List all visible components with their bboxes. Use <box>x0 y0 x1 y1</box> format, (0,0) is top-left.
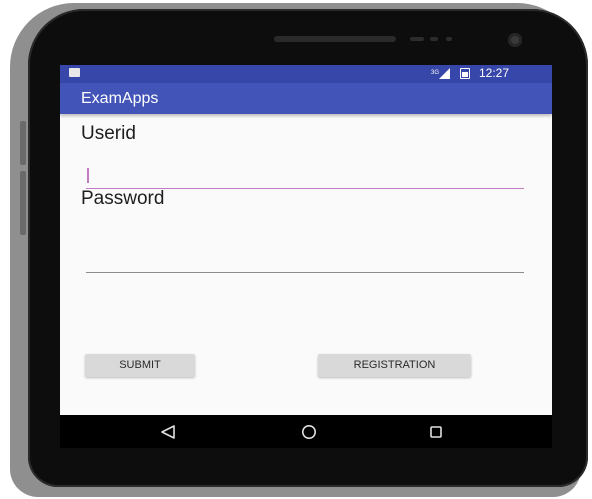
password-input[interactable] <box>86 250 524 273</box>
sd-card-icon <box>69 68 80 77</box>
indicator-light <box>446 37 452 41</box>
proximity-sensor <box>410 37 424 41</box>
status-time: 12:27 <box>479 66 510 80</box>
status-bar: 3G 12:27 <box>60 65 552 83</box>
nav-recents-button[interactable] <box>406 415 466 448</box>
back-icon <box>161 424 175 439</box>
light-sensor <box>430 37 438 41</box>
text-cursor <box>87 168 89 183</box>
earpiece-speaker <box>274 36 396 42</box>
recents-icon <box>430 425 442 438</box>
nav-back-button[interactable] <box>138 415 198 448</box>
battery-icon <box>460 68 470 79</box>
signal-icon: 3G <box>431 68 450 79</box>
svg-text:3G: 3G <box>431 70 439 76</box>
home-icon <box>302 424 316 439</box>
userid-input[interactable] <box>86 166 524 189</box>
navigation-bar <box>60 415 552 448</box>
app-title: ExamApps <box>81 90 159 107</box>
volume-button <box>20 171 26 235</box>
nav-home-button[interactable] <box>279 415 339 448</box>
app-bar: ExamApps <box>60 83 552 114</box>
device-screen: 3G 12:27 ExamApps Userid Password SUBMIT… <box>60 65 552 415</box>
power-button <box>20 121 26 165</box>
password-label: Password <box>81 188 165 209</box>
front-camera <box>508 33 522 47</box>
submit-button[interactable]: SUBMIT <box>85 354 195 377</box>
userid-label: Userid <box>81 123 136 144</box>
registration-button[interactable]: REGISTRATION <box>318 354 471 377</box>
